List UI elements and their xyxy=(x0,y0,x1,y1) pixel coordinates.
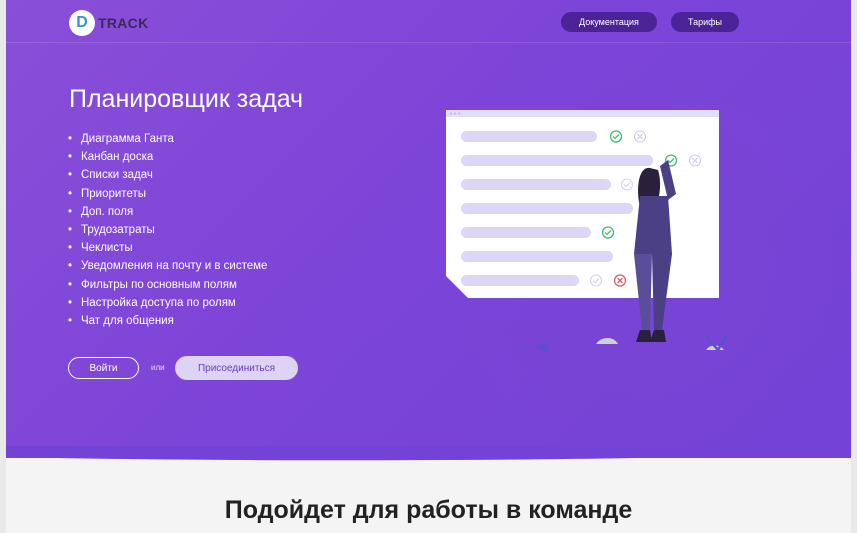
plant-leaf xyxy=(536,342,548,352)
task-board-topbar xyxy=(446,110,719,117)
task-bar xyxy=(461,179,611,190)
feature-item: • Доп. поля xyxy=(68,203,267,221)
feature-item: • Уведомления на почту и в системе xyxy=(68,257,267,275)
features-list: • Диаграмма Ганта • Канбан доска • Списки з… xyxy=(68,130,267,330)
bullet: • xyxy=(68,205,73,218)
bullet: • xyxy=(68,169,73,182)
feature-item: • Списки задач xyxy=(68,166,267,184)
bullet: • xyxy=(68,187,73,200)
logo-icon: D xyxy=(69,10,95,36)
task-board-illustration xyxy=(446,110,728,352)
window-dot xyxy=(449,112,453,115)
feature-item: • Чеклисты xyxy=(68,239,267,257)
logo-letter: D xyxy=(76,14,88,31)
nav-documentation-button[interactable]: Документация xyxy=(561,12,657,32)
header-divider xyxy=(6,42,851,43)
feature-item: • Канбан доска xyxy=(68,148,267,166)
feature-label: Чеклисты xyxy=(81,242,133,255)
nav-pricing-button[interactable]: Тарифы xyxy=(671,12,739,32)
hero-title: Планировщик задач xyxy=(69,85,304,113)
window-dot xyxy=(457,112,461,115)
feature-label: Фильтры по основным полям xyxy=(81,278,237,291)
bullet: • xyxy=(68,260,73,273)
feature-label: Чат для общения xyxy=(81,314,174,327)
task-bar xyxy=(461,251,613,262)
or-label: или xyxy=(151,363,165,372)
woman-figure xyxy=(634,160,676,342)
feature-label: Списки задач xyxy=(81,169,153,182)
bullet: • xyxy=(68,223,73,236)
bullet: • xyxy=(68,242,73,255)
task-bar xyxy=(461,227,591,238)
logo-text: TRACK xyxy=(98,15,149,31)
bullet: • xyxy=(68,296,73,309)
feature-item: • Настройка доступа по ролям xyxy=(68,294,267,312)
bullet: • xyxy=(68,133,73,145)
ground-rock xyxy=(596,338,618,344)
feature-label: Настройка доступа по ролям xyxy=(81,296,236,309)
task-bar xyxy=(461,155,653,166)
logo[interactable]: D TRACK xyxy=(69,9,149,37)
feature-label: Диаграмма Ганта xyxy=(81,133,174,145)
feature-item: • Фильтры по основным полям xyxy=(68,276,267,294)
window-dot xyxy=(453,112,457,115)
feature-label: Доп. поля xyxy=(81,205,134,218)
feature-label: Уведомления на почту и в системе xyxy=(81,260,268,273)
feature-label: Приоритеты xyxy=(81,187,146,200)
feature-item: • Приоритеты xyxy=(68,185,267,203)
feature-label: Канбан доска xyxy=(81,151,154,164)
plant-leaf xyxy=(523,345,533,351)
bullet: • xyxy=(68,151,73,164)
hero-section: D TRACK Документация Тарифы Планировщик … xyxy=(6,0,851,458)
feature-item: • Диаграмма Ганта xyxy=(68,130,267,148)
task-bar xyxy=(461,131,597,142)
login-button[interactable]: Войти xyxy=(68,357,139,379)
bullet: • xyxy=(68,314,73,327)
hero-wave-edge xyxy=(6,446,851,461)
join-button[interactable]: Присоединиться xyxy=(175,356,298,380)
page-frame: D TRACK Документация Тарифы Планировщик … xyxy=(6,0,851,533)
task-bar xyxy=(461,275,579,286)
task-bar xyxy=(461,203,633,214)
feature-label: Трудозатраты xyxy=(81,223,155,236)
feature-item: • Трудозатраты xyxy=(68,221,267,239)
feature-item: • Чат для общения xyxy=(68,312,267,330)
section-title: Подойдет для работы в команде xyxy=(224,496,633,524)
bullet: • xyxy=(68,278,73,291)
